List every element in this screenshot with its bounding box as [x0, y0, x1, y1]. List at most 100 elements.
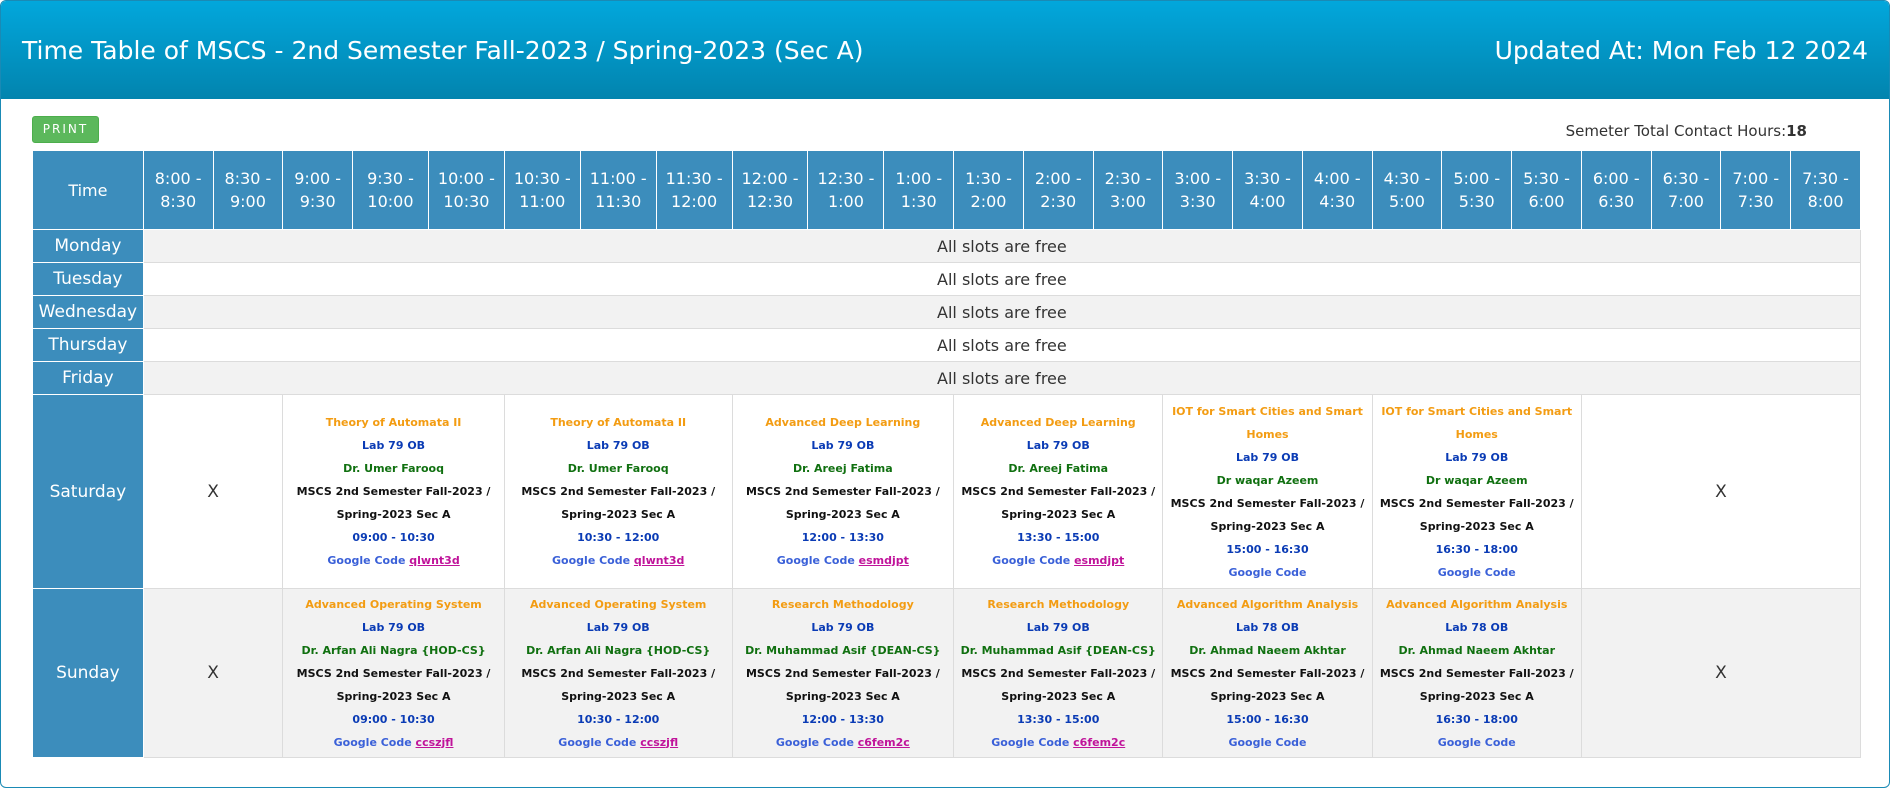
class-slot: Advanced Operating System Lab 79 OB Dr. Ar…	[282, 588, 505, 758]
time-slot-header: 3:30 - 4:00	[1232, 150, 1303, 230]
google-code-link[interactable]: c6fem2c	[1073, 736, 1125, 749]
teacher: Dr. Ahmad Naeem Akhtar	[1398, 643, 1556, 657]
class-slot: Advanced Deep Learning Lab 79 OB Dr. Areej…	[731, 394, 955, 589]
class-card: Advanced Operating System Lab 79 OB Dr. Ar…	[505, 593, 732, 754]
google-code-link[interactable]: c6fem2c	[858, 736, 910, 749]
time-slot-header: 8:30 - 9:00	[212, 150, 284, 230]
empty-slot: X	[1580, 588, 1862, 758]
time-slot-header: 3:00 - 3:30	[1162, 150, 1234, 230]
time-header-row: Time 8:00 - 8:30 8:30 - 9:00 9:00 - 9:30 9:3…	[32, 150, 1861, 230]
google-code-label: Google Code	[552, 554, 631, 567]
section: MSCS 2nd Semester Fall-2023 / Spring-202…	[961, 666, 1156, 703]
google-code: Google Code c6fem2c	[737, 731, 950, 754]
contact-hours-value: 18	[1786, 122, 1807, 140]
class-time: 15:00 - 16:30	[1226, 542, 1309, 556]
course-title: Advanced Deep Learning	[765, 416, 921, 429]
google-code: Google Code c6fem2c	[958, 731, 1158, 754]
class-slot: Theory of Automata II Lab 79 OB Dr. Umer F…	[282, 394, 505, 589]
section: MSCS 2nd Semester Fall-2023 / Spring-202…	[521, 485, 716, 521]
room: Lab 79 OB	[362, 620, 426, 634]
time-slot-header: 1:00 - 1:30	[883, 150, 955, 230]
course-title: Advanced Operating System	[529, 597, 707, 611]
section: MSCS 2nd Semester Fall-2023 / Spring-202…	[745, 666, 940, 703]
room: Lab 79 OB	[586, 439, 650, 452]
page-title: Time Table of MSCS - 2nd Semester Fall-2…	[22, 35, 864, 65]
class-time: 12:00 - 13:30	[801, 531, 884, 544]
class-slot: Advanced Deep Learning Lab 79 OB Dr. Areej…	[953, 394, 1164, 589]
section: MSCS 2nd Semester Fall-2023 / Spring-202…	[961, 485, 1156, 521]
google-code: Google Code	[1377, 561, 1577, 584]
teacher: Dr. Arfan Ali Nagra {HOD-CS}	[301, 643, 486, 657]
class-card: Research Methodology Lab 79 OB Dr. Muhamma…	[954, 593, 1162, 754]
google-code: Google Code qlwnt3d	[287, 549, 500, 572]
class-time: 10:30 - 12:00	[577, 531, 660, 544]
free-slots-message: All slots are free	[142, 295, 1862, 329]
google-code: Google Code ccszjfl	[509, 731, 728, 754]
day-label: Friday	[32, 361, 144, 395]
class-card: Research Methodology Lab 79 OB Dr. Muhamma…	[733, 593, 954, 754]
class-time: 10:30 - 12:00	[577, 712, 660, 726]
section: MSCS 2nd Semester Fall-2023 / Spring-202…	[1379, 666, 1574, 703]
class-time: 12:00 - 13:30	[801, 712, 884, 726]
google-code-label: Google Code	[992, 554, 1071, 567]
course-title: Advanced Operating System	[305, 597, 482, 611]
google-code-label: Google Code	[776, 554, 855, 567]
room: Lab 78 OB	[1445, 620, 1509, 634]
time-slot-header: 7:30 - 8:00	[1790, 150, 1861, 230]
class-slot: Theory of Automata II Lab 79 OB Dr. Umer F…	[503, 394, 733, 589]
course-title: IOT for Smart Cities and Smart Homes	[1381, 404, 1573, 441]
google-code: Google Code esmdjpt	[737, 549, 950, 572]
free-slots-message: All slots are free	[142, 361, 1862, 395]
day-row-saturday: Saturday X Theory of Automata II Lab 79 OB D…	[32, 394, 1862, 589]
google-code-label: Google Code	[1228, 735, 1307, 749]
time-slot-header: 5:30 - 6:00	[1511, 150, 1582, 230]
print-button[interactable]: PRINT	[32, 116, 99, 143]
teacher: Dr. Ahmad Naeem Akhtar	[1189, 643, 1346, 657]
google-code-link[interactable]: esmdjpt	[859, 554, 909, 567]
teacher: Dr. Muhammad Asif {DEAN-CS}	[960, 643, 1156, 657]
google-code-link[interactable]: qlwnt3d	[634, 554, 684, 567]
class-card: Theory of Automata II Lab 79 OB Dr. Umer F…	[283, 411, 504, 572]
time-slot-header: 9:30 - 10:00	[352, 150, 429, 230]
day-label: Thursday	[32, 328, 144, 362]
class-slot: Advanced Algorithm Analysis Lab 78 OB Dr. …	[1371, 588, 1582, 758]
room: Lab 79 OB	[1445, 450, 1509, 464]
day-row-wednesday: Wednesday All slots are free	[32, 295, 1862, 329]
section: MSCS 2nd Semester Fall-2023 / Spring-202…	[1170, 666, 1365, 703]
google-code-link[interactable]: ccszjfl	[640, 736, 678, 749]
class-card: Advanced Algorithm Analysis Lab 78 OB Dr. …	[1373, 593, 1581, 754]
time-slot-header: 9:00 - 9:30	[282, 150, 354, 230]
room: Lab 79 OB	[362, 439, 426, 452]
course-title: Advanced Algorithm Analysis	[1176, 597, 1359, 611]
time-slot-header: 6:30 - 7:00	[1650, 150, 1722, 230]
class-card: Theory of Automata II Lab 79 OB Dr. Umer F…	[505, 411, 732, 572]
google-code-link[interactable]: esmdjpt	[1074, 554, 1124, 567]
class-time: 13:30 - 15:00	[1017, 712, 1100, 726]
room: Lab 79 OB	[811, 439, 875, 452]
time-slot-header: 5:00 - 5:30	[1441, 150, 1513, 230]
room: Lab 78 OB	[1235, 620, 1299, 634]
contact-hours-label: Semeter Total Contact Hours:	[1565, 122, 1787, 140]
section: MSCS 2nd Semester Fall-2023 / Spring-202…	[1379, 496, 1574, 533]
room: Lab 79 OB	[1026, 620, 1090, 634]
day-row-friday: Friday All slots are free	[32, 361, 1862, 395]
class-card: Advanced Algorithm Analysis Lab 78 OB Dr. …	[1163, 593, 1371, 754]
room: Lab 79 OB	[1235, 450, 1299, 464]
page-header: Time Table of MSCS - 2nd Semester Fall-2…	[1, 1, 1889, 99]
section: MSCS 2nd Semester Fall-2023 / Spring-202…	[1170, 496, 1365, 533]
day-row-monday: Monday All slots are free	[32, 229, 1862, 263]
class-slot: IOT for Smart Cities and Smart Homes Lab …	[1162, 394, 1373, 589]
google-code-link[interactable]: qlwnt3d	[409, 554, 459, 567]
google-code-label: Google Code	[991, 735, 1070, 749]
updated-at: Updated At: Mon Feb 12 2024	[1494, 35, 1868, 65]
google-code-label: Google Code	[775, 735, 854, 749]
google-code-link[interactable]: ccszjfl	[416, 736, 454, 749]
google-code-label: Google Code	[1437, 565, 1516, 579]
time-slot-header: 12:30 - 1:00	[807, 150, 885, 230]
section: MSCS 2nd Semester Fall-2023 / Spring-202…	[745, 485, 940, 521]
class-time: 16:30 - 18:00	[1435, 542, 1518, 556]
google-code: Google Code	[1377, 731, 1577, 754]
empty-slot: X	[142, 394, 284, 589]
course-title: Research Methodology	[771, 597, 914, 611]
class-card: Advanced Deep Learning Lab 79 OB Dr. Areej…	[954, 411, 1162, 572]
